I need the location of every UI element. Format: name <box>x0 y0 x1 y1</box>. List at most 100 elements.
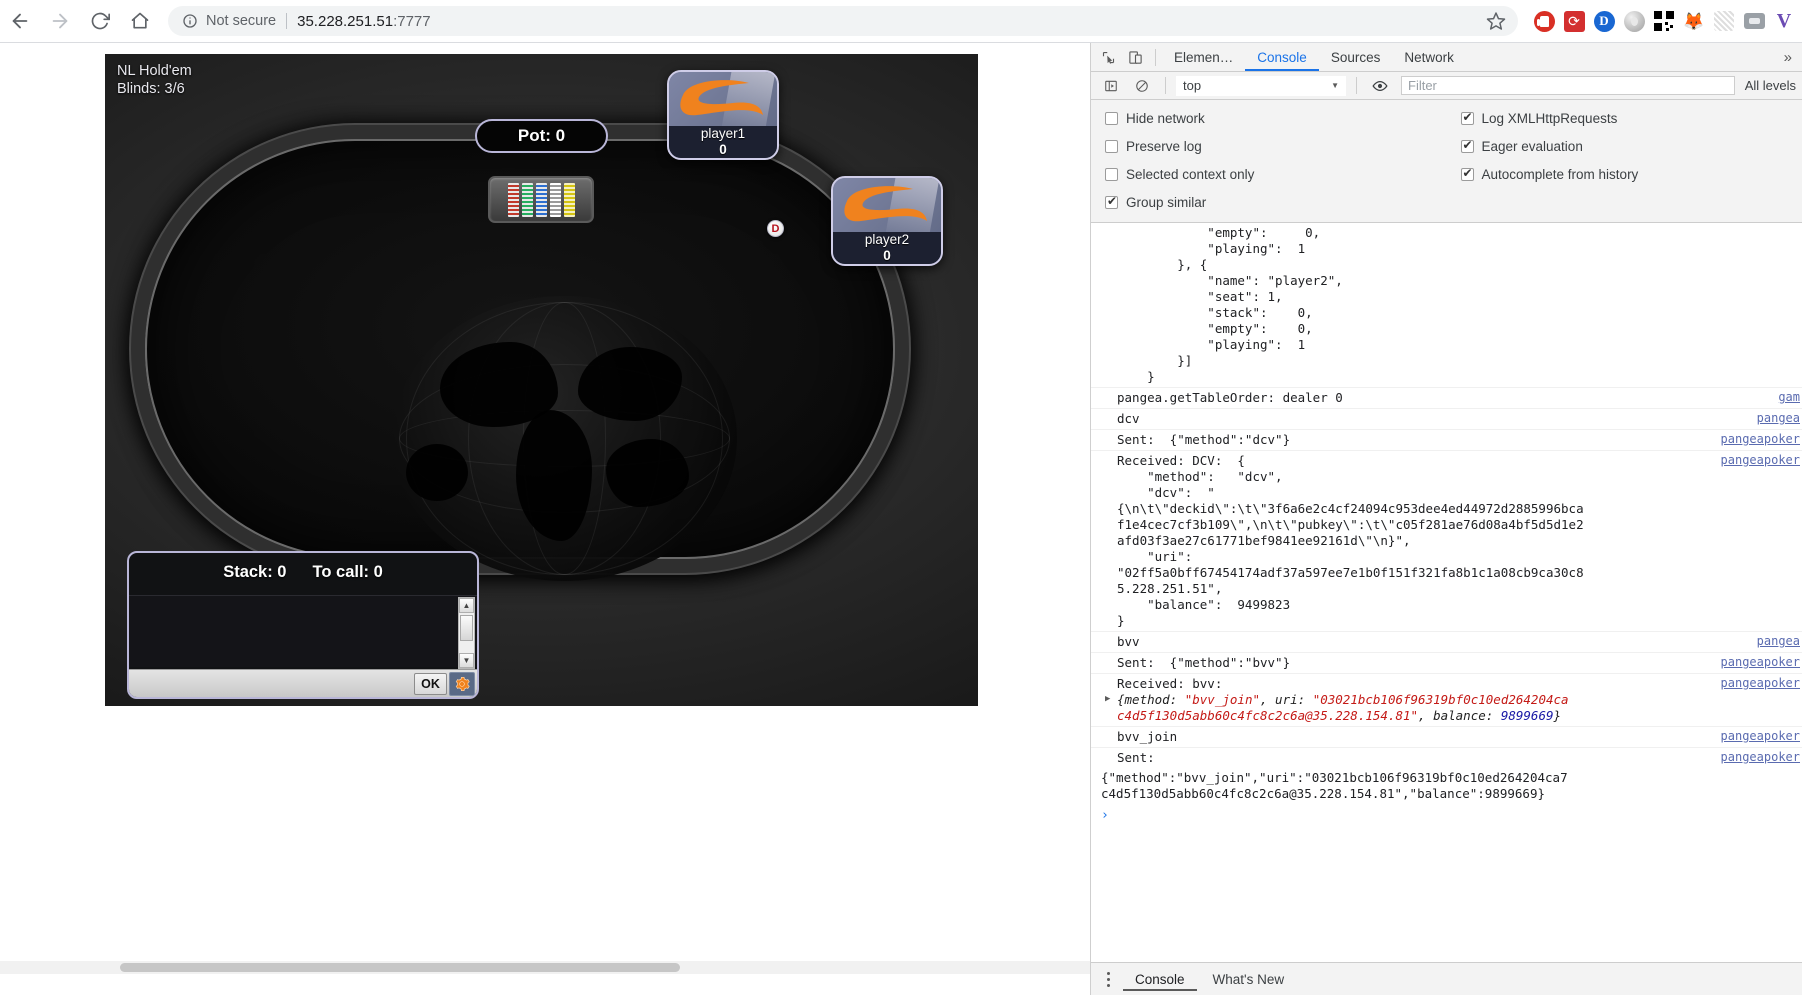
action-buttons-bar: OK <box>129 669 477 697</box>
action-scrollbar[interactable]: ▲ ▼ <box>458 597 475 669</box>
checkbox[interactable] <box>1460 138 1474 153</box>
dealer-button: D <box>767 220 784 237</box>
setting-label: Eager evaluation <box>1481 138 1583 154</box>
log-entry[interactable]: "empty": 0, "playing": 1 }, { "name": "p… <box>1091 223 1802 388</box>
poker-table-app: NL Hold'em Blinds: 3/6 Pot: 0 player1 0 … <box>105 54 978 706</box>
log-source-link[interactable]: pangea <box>1757 411 1800 425</box>
reload-button[interactable] <box>80 1 120 41</box>
status-tab-console[interactable]: Console <box>1123 967 1197 991</box>
log-entry[interactable]: dcv pangea <box>1091 409 1802 430</box>
tab-network[interactable]: Network <box>1392 43 1466 71</box>
log-entry[interactable]: Sent: {"method":"dcv"} pangeapoker <box>1091 430 1802 451</box>
setting-group-similar[interactable]: Group similar <box>1091 188 1447 216</box>
log-message: {"method":"bvv_join","uri":"03021bcb106f… <box>1101 770 1568 801</box>
log-entry-bvv-object[interactable]: Received: bvv: pangeapoker ▶ {method: "b… <box>1091 674 1802 727</box>
obj-mid: , uri: <box>1260 692 1313 707</box>
back-button[interactable] <box>0 1 40 41</box>
log-source-link[interactable]: pangeapoker <box>1721 750 1800 764</box>
log-source-link[interactable]: pangeapoker <box>1721 432 1800 446</box>
page-horizontal-scrollbar[interactable] <box>0 961 1090 974</box>
more-options-icon[interactable] <box>1097 967 1119 991</box>
obj-suffix: } <box>1553 708 1562 723</box>
faded-extension-icon[interactable] <box>1710 7 1738 35</box>
checkbox[interactable] <box>1460 166 1474 181</box>
qr-code-extension-icon[interactable] <box>1650 7 1678 35</box>
log-message: bvv <box>1117 634 1140 649</box>
log-source-link[interactable]: pangea <box>1757 634 1800 648</box>
v-extension-icon[interactable]: V <box>1770 7 1798 35</box>
filter-input[interactable]: Filter <box>1401 76 1735 95</box>
player-seat-0[interactable]: player1 0 <box>667 70 779 160</box>
console-sidebar-icon[interactable] <box>1097 73 1124 98</box>
log-entry[interactable]: pangea.getTableOrder: dealer 0 gam <box>1091 388 1802 409</box>
log-entry[interactable]: Sent: {"method":"bvv"} pangeapoker <box>1091 653 1802 674</box>
toolbar-separator <box>1165 77 1166 94</box>
d-extension-icon[interactable]: D <box>1590 7 1618 35</box>
tab-elements[interactable]: Elemen… <box>1162 43 1245 71</box>
console-log-list[interactable]: "empty": 0, "playing": 1 }, { "name": "p… <box>1091 223 1802 962</box>
checkbox[interactable] <box>1105 194 1118 209</box>
setting-autocomplete-from-history[interactable]: Autocomplete from history <box>1447 160 1802 188</box>
fox-extension-icon[interactable]: 🦊 <box>1680 7 1708 35</box>
seat-info: player1 0 <box>669 126 777 158</box>
scroll-down-arrow-icon[interactable]: ▼ <box>459 653 474 668</box>
status-tab-whats-new[interactable]: What's New <box>1201 967 1297 991</box>
setting-preserve-log[interactable]: Preserve log <box>1091 132 1447 160</box>
log-entry[interactable]: Received: DCV: { "method": "dcv", "dcv":… <box>1091 451 1802 632</box>
inspect-element-icon[interactable] <box>1095 45 1122 70</box>
execution-context-select[interactable]: top ▼ <box>1176 75 1346 96</box>
ring-extension-icon[interactable] <box>1620 7 1648 35</box>
log-entry-sent-join-body[interactable]: {"method":"bvv_join","uri":"03021bcb106f… <box>1091 768 1802 804</box>
log-entry[interactable]: bvv pangea <box>1091 632 1802 653</box>
setting-label: Autocomplete from history <box>1481 166 1639 182</box>
address-bar[interactable]: Not secure 35.228.251.51:7777 <box>168 6 1518 36</box>
checkbox[interactable] <box>1105 111 1118 125</box>
log-levels-dropdown[interactable]: All levels <box>1739 78 1802 93</box>
checkbox[interactable] <box>1460 110 1474 125</box>
adblock-extension-icon[interactable] <box>1530 7 1558 35</box>
tab-sources[interactable]: Sources <box>1319 43 1393 71</box>
checkbox[interactable] <box>1105 167 1118 181</box>
tabbar-separator <box>1155 48 1156 66</box>
scrollbar-thumb[interactable] <box>460 615 473 641</box>
log-message: dcv <box>1117 411 1140 426</box>
forward-button[interactable] <box>40 1 80 41</box>
tab-console[interactable]: Console <box>1245 43 1319 71</box>
log-message: Sent: <box>1117 750 1155 765</box>
bookmark-star-icon[interactable] <box>1486 11 1506 31</box>
console-prompt[interactable]: › <box>1091 804 1802 827</box>
home-button[interactable] <box>120 1 160 41</box>
chip-stack-green <box>521 182 533 217</box>
scroll-up-arrow-icon[interactable]: ▲ <box>459 598 474 613</box>
live-expression-eye-icon[interactable] <box>1367 75 1393 97</box>
clear-console-icon[interactable] <box>1128 73 1155 98</box>
log-entry-sent-join[interactable]: Sent: pangeapoker <box>1091 748 1802 768</box>
expand-triangle-icon[interactable]: ▶ <box>1105 694 1110 704</box>
gear-icon[interactable] <box>449 671 475 696</box>
player-name: player1 <box>700 126 746 141</box>
console-toolbar: top ▼ Filter All levels <box>1091 72 1802 100</box>
log-source-link[interactable]: pangeapoker <box>1721 453 1800 467</box>
grey-box-extension-icon[interactable] <box>1740 7 1768 35</box>
chip-tray <box>488 176 594 223</box>
device-toolbar-icon[interactable] <box>1122 45 1149 70</box>
obj-uri-line2: c4d5f130d5abb60c4fc8c2c6a@35.228.154.81" <box>1117 708 1419 723</box>
scrollbar-thumb[interactable] <box>120 963 680 972</box>
more-tabs-icon[interactable]: » <box>1774 49 1802 66</box>
ok-button[interactable]: OK <box>414 672 447 695</box>
log-entry[interactable]: bvv_join pangeapoker <box>1091 727 1802 748</box>
setting-eager-evaluation[interactable]: Eager evaluation <box>1447 132 1802 160</box>
log-source-link[interactable]: pangeapoker <box>1721 729 1800 743</box>
checkbox[interactable] <box>1105 139 1118 153</box>
setting-log-xmlhttprequests[interactable]: Log XMLHttpRequests <box>1447 104 1802 132</box>
log-source-link[interactable]: pangeapoker <box>1721 655 1800 669</box>
globe-artwork <box>392 296 737 581</box>
player-seat-1[interactable]: player2 0 <box>831 176 943 266</box>
log-source-link[interactable]: pangeapoker <box>1721 676 1800 690</box>
setting-selected-context-only[interactable]: Selected context only <box>1091 160 1447 188</box>
log-source-link[interactable]: gam <box>1778 390 1800 404</box>
setting-hide-network[interactable]: Hide network <box>1091 104 1447 132</box>
not-secure-info-icon[interactable] <box>182 13 198 29</box>
browser-toolbar: Not secure 35.228.251.51:7777 ⟳ D 🦊 V <box>0 0 1802 43</box>
refresh-extension-icon[interactable]: ⟳ <box>1560 7 1588 35</box>
